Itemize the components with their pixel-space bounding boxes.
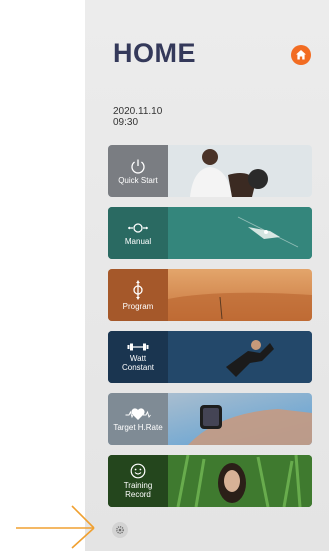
page-title: HOME: [113, 38, 196, 68]
manual-tile: Manual: [108, 207, 168, 259]
power-icon: [131, 159, 145, 174]
watt-constant-tile: Watt Constant: [108, 331, 168, 383]
target-hrate-label: Target H.Rate: [113, 422, 163, 432]
heart-rate-icon: [125, 407, 151, 420]
training-record-tile: Training Record: [108, 455, 168, 507]
settings-button[interactable]: [112, 522, 128, 538]
date-text: 2020.11.10: [113, 106, 163, 117]
manual-label: Manual: [124, 236, 152, 246]
home-icon: [296, 50, 306, 60]
quick-start-button[interactable]: Quick Start: [108, 145, 312, 197]
program-icon: [133, 280, 143, 299]
program-button[interactable]: Program: [108, 269, 312, 321]
gear-icon: [116, 526, 124, 534]
datetime: 2020.11.10 09:30: [113, 106, 162, 128]
target-hrate-button[interactable]: Target H.Rate: [108, 393, 312, 445]
watt-constant-button[interactable]: Watt Constant: [108, 331, 312, 383]
target-hrate-tile: Target H.Rate: [108, 393, 168, 445]
quick-start-tile: Quick Start: [108, 145, 168, 197]
training-record-button[interactable]: Training Record: [108, 455, 312, 507]
home-button[interactable]: [291, 45, 311, 65]
training-record-label: Training Record: [123, 481, 153, 499]
dumbbell-icon: [127, 343, 149, 351]
program-tile: Program: [108, 269, 168, 321]
watt-constant-label: Watt Constant: [121, 354, 155, 372]
quick-start-label: Quick Start: [118, 175, 158, 185]
arrow-annotation: [16, 505, 95, 549]
program-label: Program: [122, 301, 154, 311]
manual-dial-icon: [128, 222, 148, 233]
smiley-icon: [130, 463, 146, 479]
manual-button[interactable]: Manual: [108, 207, 312, 259]
time-text: 09:30: [113, 117, 139, 128]
